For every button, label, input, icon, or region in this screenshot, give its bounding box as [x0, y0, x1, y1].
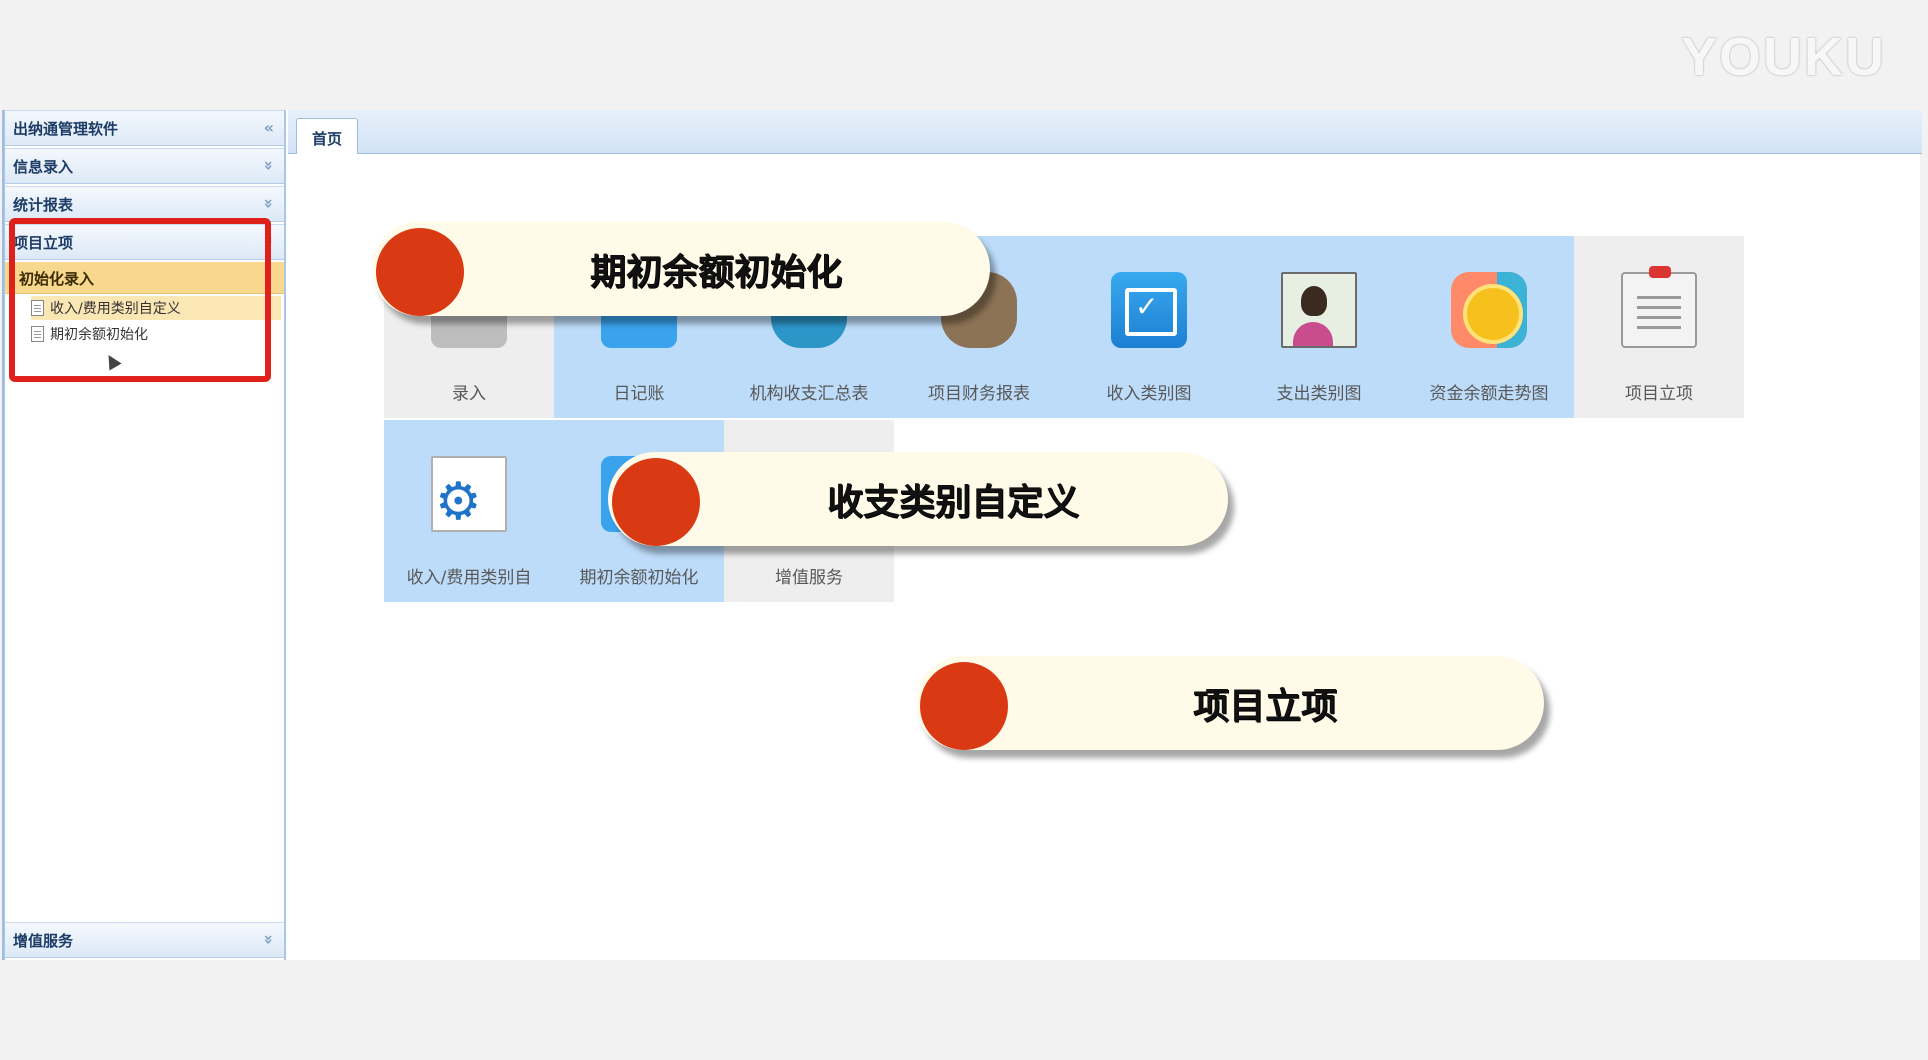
gear-doc-icon [431, 456, 507, 532]
callout-category-define: 收支类别自定义 [608, 452, 1228, 546]
document-icon [31, 300, 44, 316]
tile-label: 支出类别图 [1276, 384, 1362, 404]
callout-opening-balance: 期初余额初始化 [372, 222, 990, 316]
edit-check-icon [1111, 272, 1187, 348]
tile-category-define[interactable]: 收入/费用类别自 [384, 420, 554, 602]
sidebar-item-info-entry[interactable]: 信息录入 » [5, 148, 284, 184]
callout-project-setup: 项目立项 [916, 656, 1544, 750]
tile-label: 期初余额初始化 [579, 568, 699, 588]
tile-label: 项目立项 [1625, 384, 1693, 404]
sidebar-item-stats-reports[interactable]: 统计报表 » [5, 186, 284, 222]
tile-balance-trend[interactable]: 资金余额走势图 [1404, 236, 1574, 418]
chevron-down-icon[interactable]: » [259, 236, 278, 246]
document-icon [31, 326, 44, 342]
callout-dot [376, 228, 464, 316]
sidebar-item-value-added[interactable]: 增值服务 » [5, 922, 284, 958]
tree-item-label: 收入/费用类别自定义 [50, 301, 181, 317]
sidebar-item-project-setup[interactable]: 项目立项 » [5, 224, 284, 260]
tree-item-opening-balance[interactable]: 期初余额初始化 [31, 322, 281, 346]
sidebar-item-label: 统计报表 [13, 195, 74, 214]
callout-text: 项目立项 [1192, 686, 1337, 727]
tree-item-label: 期初余额初始化 [50, 327, 148, 343]
sidebar-item-label: 信息录入 [13, 157, 74, 176]
sidebar-item-label: 增值服务 [13, 931, 74, 950]
tile-income-chart[interactable]: 收入类别图 [1064, 236, 1234, 418]
callout-dot [612, 458, 700, 546]
chevron-down-icon[interactable]: » [259, 160, 278, 170]
tab-home[interactable]: 首页 [296, 118, 358, 154]
callout-text: 期初余额初始化 [589, 252, 842, 293]
tile-label: 收入/费用类别自 [406, 568, 532, 588]
sidebar-item-init-entry[interactable]: 初始化录入 [5, 262, 284, 294]
tile-label: 收入类别图 [1106, 384, 1192, 404]
callout-dot [920, 662, 1008, 750]
app-window: 出纳通管理软件 « 信息录入 » 统计报表 » 项目立项 » 初始化录入 收入/… [2, 110, 1922, 960]
tile-label: 资金余额走势图 [1429, 384, 1549, 404]
tab-bar: 首页 [288, 110, 1922, 154]
person-chart-icon [1281, 272, 1357, 348]
tree-item-category-define[interactable]: 收入/费用类别自定义 [31, 296, 281, 320]
chevron-down-icon[interactable]: » [259, 934, 278, 944]
mouse-cursor-icon [102, 351, 122, 371]
tile-expense-chart[interactable]: 支出类别图 [1234, 236, 1404, 418]
tile-label: 机构收支汇总表 [749, 384, 869, 404]
tile-project-setup[interactable]: 项目立项 [1574, 236, 1744, 418]
sidebar-title[interactable]: 出纳通管理软件 « [5, 110, 284, 146]
youku-watermark: YOUKU [1680, 27, 1886, 87]
tile-label: 日记账 [613, 384, 665, 404]
chevron-down-icon[interactable]: » [259, 198, 278, 208]
sidebar-title-label: 出纳通管理软件 [13, 119, 119, 138]
sidebar: 出纳通管理软件 « 信息录入 » 统计报表 » 项目立项 » 初始化录入 收入/… [4, 110, 286, 960]
tile-label: 增值服务 [775, 568, 843, 588]
clipboard-icon [1621, 266, 1697, 348]
coin-icon [1451, 272, 1527, 348]
tile-label: 项目财务报表 [928, 384, 1030, 404]
tile-label: 录入 [452, 384, 486, 404]
sidebar-item-label: 项目立项 [13, 233, 74, 252]
collapse-left-icon[interactable]: « [264, 118, 274, 137]
callout-text: 收支类别自定义 [826, 482, 1079, 523]
